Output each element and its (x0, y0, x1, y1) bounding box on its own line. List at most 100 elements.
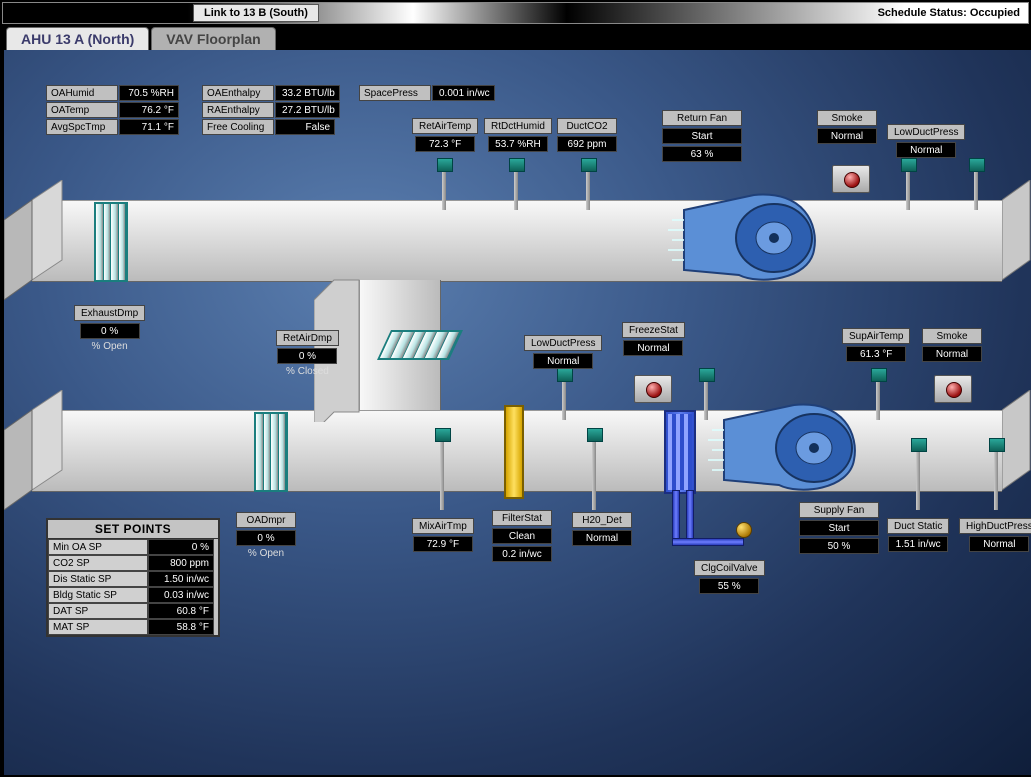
label: RAEnthalpy (202, 102, 274, 118)
value: 61.3 °F (846, 346, 906, 362)
coil-pipe-icon (672, 538, 744, 546)
probe-icon (876, 380, 880, 420)
row-avgspctmp: AvgSpcTmp 71.1 °F (46, 119, 179, 135)
high-duct-press: HighDuctPress Normal (959, 518, 1031, 552)
label: Free Cooling (202, 119, 274, 135)
supply-fan-icon (704, 390, 864, 500)
label: MAT SP (48, 619, 148, 635)
label: Min OA SP (48, 539, 148, 555)
coil-pipe-icon (686, 490, 694, 542)
value: 72.9 °F (413, 536, 473, 552)
probe-icon (974, 170, 978, 210)
label: ExhaustDmp (74, 305, 145, 321)
value: 71.1 °F (119, 119, 179, 135)
label: Duct Static (887, 518, 949, 534)
value: 1.51 in/wc (888, 536, 948, 552)
label: HighDuctPress (959, 518, 1031, 534)
clg-coil-valve: ClgCoilValve 55 % (694, 560, 765, 594)
title: Return Fan (662, 110, 742, 126)
oa-readouts: OAHumid 70.5 %RH OATemp 76.2 °F AvgSpcTm… (46, 85, 179, 135)
state: Start (662, 128, 742, 144)
sup-air-temp: SupAirTemp 61.3 °F (842, 328, 910, 362)
label: MixAirTmp (412, 518, 474, 534)
smoke-return: Smoke Normal (817, 110, 877, 144)
value: 692 ppm (557, 136, 617, 152)
label: SpacePress (359, 85, 431, 101)
exhaust-damper-icon (94, 202, 128, 282)
label: OATemp (46, 102, 118, 118)
extra: 0.2 in/wc (492, 546, 552, 562)
state: Start (799, 520, 879, 536)
label: OAEnthalpy (202, 85, 274, 101)
tab-floorplan[interactable]: VAV Floorplan (151, 27, 275, 50)
probe-icon (704, 380, 708, 420)
label: Bldg Static SP (48, 587, 148, 603)
link-button[interactable]: Link to 13 B (South) (193, 4, 319, 22)
value: 53.7 %RH (488, 136, 548, 152)
return-air-damper-icon (377, 330, 463, 360)
return-fan-icon (664, 180, 824, 290)
value: Normal (533, 353, 593, 369)
label: RtDctHumid (484, 118, 552, 134)
duct-cap-icon (4, 390, 64, 510)
pct: 63 % (662, 146, 742, 162)
value: Normal (922, 346, 982, 362)
duct-static: Duct Static 1.51 in/wc (887, 518, 949, 552)
value: Normal (572, 530, 632, 546)
value: 72.3 °F (415, 136, 475, 152)
value: 0 % (148, 539, 214, 555)
value: 58.8 °F (148, 619, 214, 635)
label: FilterStat (492, 510, 552, 526)
setpoint-row: DAT SP60.8 °F (48, 603, 218, 619)
value: 0 % (277, 348, 337, 364)
probe-icon (916, 450, 920, 510)
setpoint-row: Dis Static SP1.50 in/wc (48, 571, 218, 587)
probe-icon (586, 170, 590, 210)
low-duct-press-supply: LowDuctPress Normal (524, 335, 602, 369)
pct: 50 % (799, 538, 879, 554)
value: 76.2 °F (119, 102, 179, 118)
value: 800 ppm (148, 555, 214, 571)
supply-fan: Supply Fan Start 50 % (799, 502, 879, 554)
value: Clean (492, 528, 552, 544)
probe-icon (906, 170, 910, 210)
filter-icon (504, 405, 524, 499)
label: ClgCoilValve (694, 560, 765, 576)
label: OAHumid (46, 85, 118, 101)
value: 27.2 BTU/lb (275, 102, 340, 118)
value: 55 % (699, 578, 759, 594)
coil-pipe-icon (672, 490, 680, 542)
value: Normal (896, 142, 956, 158)
value: Normal (969, 536, 1029, 552)
duct-cap-icon (4, 180, 64, 300)
probe-icon (442, 170, 446, 210)
duct-return (32, 200, 1002, 282)
value: 0.001 in/wc (432, 85, 495, 101)
setpoints-panel: SET POINTS Min OA SP0 %CO2 SP800 ppmDis … (46, 518, 220, 637)
h2o-det: H20_Det Normal (572, 512, 632, 546)
label: CO2 SP (48, 555, 148, 571)
setpoint-row: MAT SP58.8 °F (48, 619, 218, 635)
value: 70.5 %RH (119, 85, 179, 101)
schedule-status: Schedule Status: Occupied (878, 4, 1020, 22)
label: SupAirTemp (842, 328, 910, 344)
outside-air-damper-icon (254, 412, 288, 492)
exhaust-dmp: ExhaustDmp 0 % % Open (74, 305, 145, 352)
space-press: SpacePress 0.001 in/wc (359, 85, 495, 101)
ret-air-temp: RetAirTemp 72.3 °F (412, 118, 478, 152)
smoke-detector-icon (634, 375, 672, 403)
freeze-stat: FreezeStat Normal (622, 322, 685, 356)
label: Dis Static SP (48, 571, 148, 587)
probe-icon (514, 170, 518, 210)
return-fan: Return Fan Start 63 % (662, 110, 742, 162)
duct-cap-icon (1002, 390, 1031, 510)
value: 1.50 in/wc (148, 571, 214, 587)
tab-ahu[interactable]: AHU 13 A (North) (6, 27, 149, 50)
probe-icon (440, 440, 444, 510)
cooling-coil-icon (664, 410, 696, 494)
label: AvgSpcTmp (46, 119, 118, 135)
sublabel: % Open (248, 548, 284, 559)
value: 60.8 °F (148, 603, 214, 619)
filter-stat: FilterStat Clean 0.2 in/wc (492, 510, 552, 562)
label: RetAirDmp (276, 330, 339, 346)
